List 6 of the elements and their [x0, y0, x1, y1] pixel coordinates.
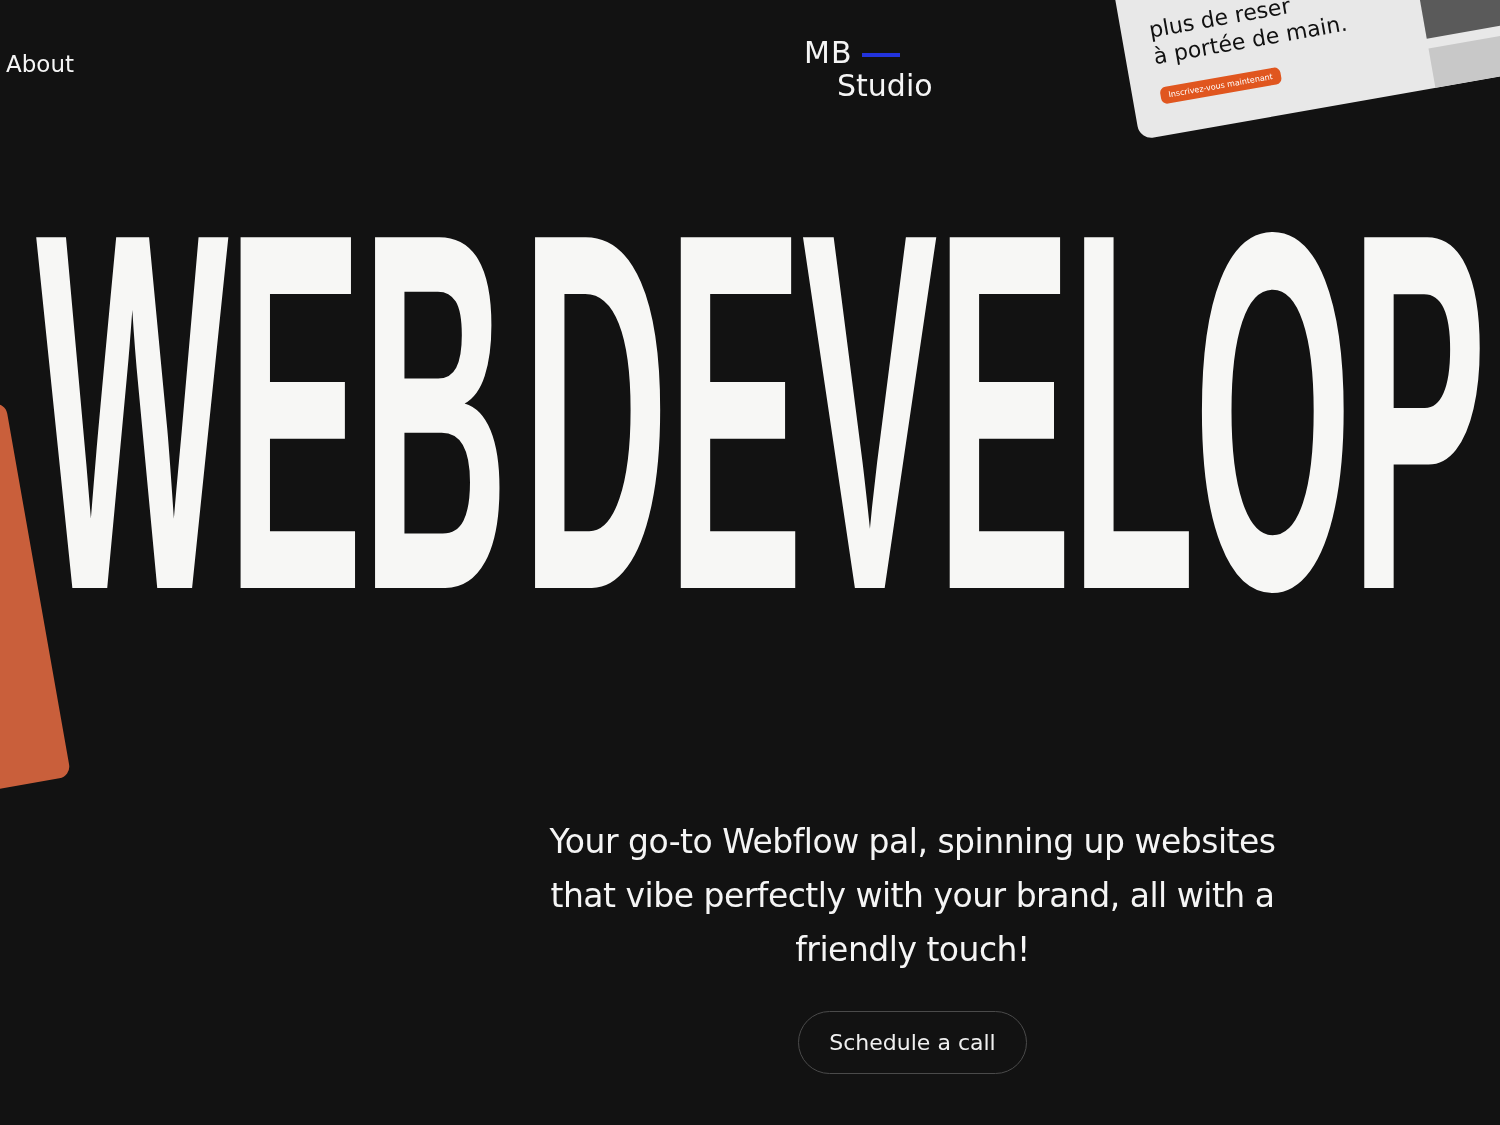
logo-text: Studio: [837, 69, 933, 102]
hero-headline: WEB DEVELOP: [36, 156, 1486, 666]
about-link[interactable]: About: [6, 51, 74, 79]
hero-tagline: Your go-to Webflow pal, spinning up websites that vibe perfectly with your brand, all with a friendly touch!: [548, 821, 1277, 971]
logo-text: MB: [804, 36, 853, 69]
logo-dash: [862, 52, 901, 57]
